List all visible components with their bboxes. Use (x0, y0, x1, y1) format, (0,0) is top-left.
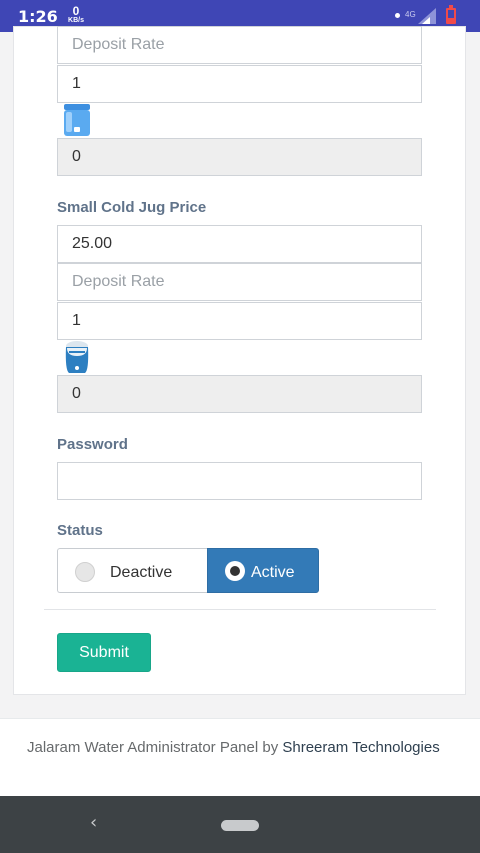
net-speed-indicator: 0 KB/s (65, 5, 87, 24)
small-cold-jug-deposit-rate-placeholder: Deposit Rate (72, 273, 165, 290)
home-pill-icon[interactable] (221, 820, 259, 831)
footer-company-link[interactable]: Shreeram Technologies (282, 739, 439, 756)
large-jug-quantity-value: 1 (72, 75, 81, 92)
small-cold-jug-quantity-value: 1 (72, 312, 81, 329)
small-cold-jug-total-field: 0 (57, 375, 422, 413)
radio-unchecked-icon (75, 562, 95, 582)
footer-caption: Jalaram Water Administrator Panel by (27, 739, 283, 756)
small-cold-jug-price-label: Small Cold Jug Price (57, 199, 207, 216)
footer-text: Jalaram Water Administrator Panel by Shr… (27, 737, 447, 759)
notification-dot-icon (395, 13, 400, 18)
net-speed-unit: KB/s (68, 17, 84, 24)
small-cold-jug-deposit-rate-input[interactable]: Deposit Rate (57, 263, 422, 301)
large-jug-total-field: 0 (57, 138, 422, 176)
small-cold-jug-price-value: 25.00 (72, 235, 113, 252)
signal-icon (418, 8, 436, 24)
form-divider (44, 609, 436, 610)
large-jug-deposit-rate-input[interactable]: Deposit Rate (57, 26, 422, 64)
status-time: 1:26 (18, 7, 58, 26)
password-label: Password (57, 436, 128, 453)
status-option-active-label: Active (251, 564, 295, 581)
status-option-active[interactable]: Active (207, 548, 319, 593)
battery-low-icon (446, 5, 456, 24)
large-jug-quantity-input[interactable]: 1 (57, 65, 422, 103)
radio-checked-icon (225, 561, 245, 581)
back-chevron-icon[interactable]: ‹ (90, 812, 97, 833)
small-cold-jug-total-value: 0 (72, 385, 81, 402)
network-type: 4G (405, 10, 416, 19)
footer: Jalaram Water Administrator Panel by Shr… (0, 718, 480, 796)
status-toggle-group: Deactive Active (57, 548, 319, 593)
large-jug-deposit-rate-placeholder: Deposit Rate (72, 36, 165, 53)
submit-button[interactable]: Submit (57, 633, 151, 672)
small-cold-jug-icon (65, 341, 89, 373)
password-input[interactable] (57, 462, 422, 500)
status-label: Status (57, 522, 103, 539)
large-water-jug-icon (64, 104, 90, 136)
net-speed-value: 0 (72, 4, 80, 18)
small-cold-jug-price-input[interactable]: 25.00 (57, 225, 422, 263)
large-jug-total-value: 0 (72, 148, 81, 165)
status-option-deactive[interactable]: Deactive (57, 548, 207, 593)
status-option-deactive-label: Deactive (110, 564, 173, 581)
small-cold-jug-quantity-input[interactable]: 1 (57, 302, 422, 340)
